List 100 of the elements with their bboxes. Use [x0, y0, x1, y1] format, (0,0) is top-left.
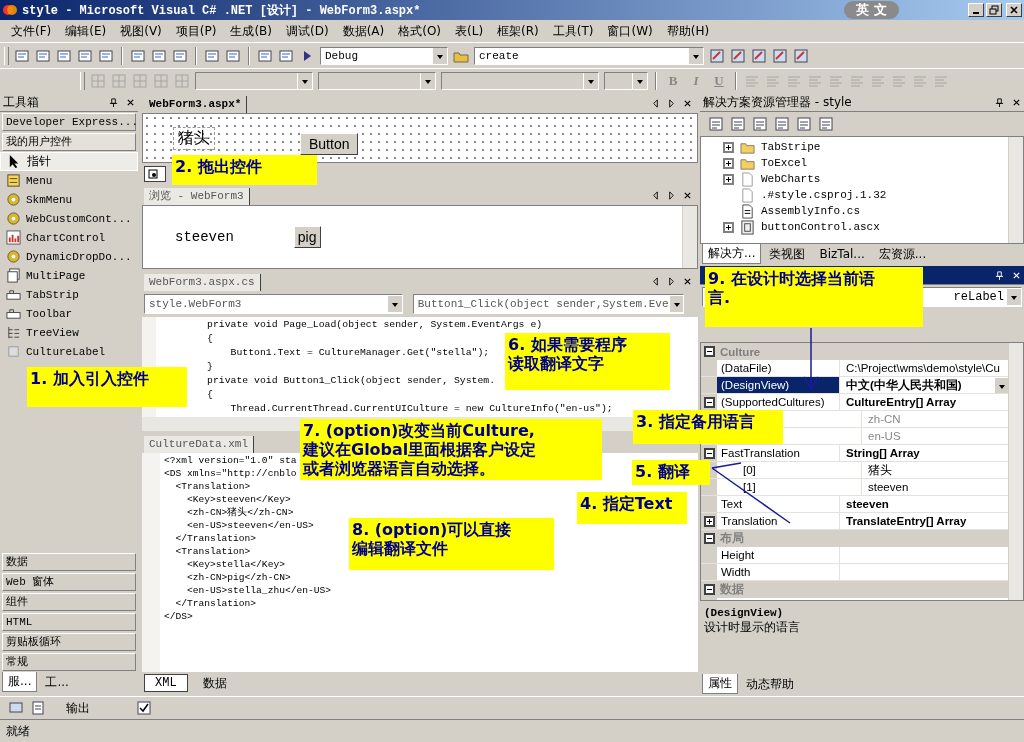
close-icon[interactable] — [683, 99, 692, 108]
toolbox-item[interactable]: TabStrip — [0, 285, 138, 304]
view-tab[interactable]: 数据 — [191, 674, 238, 692]
collapse-icon[interactable] — [703, 396, 715, 408]
close-icon[interactable] — [683, 277, 692, 286]
property-name[interactable]: [1] — [743, 481, 756, 493]
collapse-icon[interactable] — [704, 346, 715, 357]
pin-icon[interactable] — [995, 97, 1004, 107]
expand-icon[interactable] — [703, 515, 715, 527]
close-icon[interactable] — [1012, 97, 1021, 107]
page-button[interactable]: pig — [293, 226, 321, 248]
tree-item[interactable]: AssemblyInfo.cs — [761, 205, 861, 217]
toolbox-item[interactable]: SkmMenu — [0, 190, 138, 209]
property-value[interactable]: TranslateEntry[] Array — [846, 515, 967, 527]
property-name[interactable]: FastTranslation — [721, 447, 800, 459]
scroll-bar[interactable] — [1008, 137, 1023, 243]
property-value[interactable]: 猪头 — [868, 462, 892, 478]
tree-item[interactable]: .#style.csproj.1.32 — [761, 189, 887, 201]
pin-icon[interactable] — [109, 97, 118, 107]
panel-tab[interactable]: 工... — [39, 672, 75, 692]
document-tab[interactable]: WebForm3.aspx.cs — [144, 274, 261, 291]
font-size-dropdown[interactable] — [441, 72, 599, 90]
property-name[interactable]: Text — [721, 498, 743, 510]
toolbox-item[interactable]: DynamicDropDo... — [0, 247, 138, 266]
toolbox-item[interactable]: MultiPage — [0, 266, 138, 285]
member-dropdown[interactable]: Button1_Click(object sender,System.Eve — [412, 294, 684, 314]
scroll-left-icon[interactable] — [651, 277, 660, 286]
top-menu-entry[interactable]: 调试(D) — [279, 22, 336, 40]
scroll-bar[interactable] — [682, 206, 697, 268]
collapse-icon[interactable] — [704, 533, 715, 544]
panel-tab[interactable]: BizTal... — [813, 244, 871, 264]
scroll-right-icon[interactable] — [667, 191, 676, 200]
scroll-right-icon[interactable] — [667, 277, 676, 286]
toolbox-item[interactable]: Toolbar — [0, 304, 138, 323]
property-name[interactable]: Width — [721, 566, 751, 578]
property-value[interactable]: String[] Array — [846, 447, 920, 459]
property-name[interactable]: (SupportedCultures) — [721, 396, 825, 408]
style-dropdown[interactable] — [195, 72, 313, 90]
document-icon[interactable] — [30, 700, 46, 716]
collapse-icon[interactable] — [704, 584, 715, 595]
scroll-left-icon[interactable] — [651, 191, 660, 200]
find-dropdown[interactable]: create — [474, 46, 704, 65]
panel-tab[interactable]: 类视图 — [763, 244, 812, 264]
top-menu-entry[interactable]: 数据(A) — [335, 22, 392, 40]
property-value[interactable]: steeven — [868, 481, 909, 493]
tree-item[interactable]: WebCharts — [761, 173, 821, 185]
toolbox-tab[interactable]: Developer Express... — [2, 113, 136, 131]
property-name[interactable]: (DataFile) — [721, 362, 772, 374]
tree-item[interactable]: buttonControl.ascx — [761, 221, 880, 233]
button-control[interactable]: Button — [300, 133, 359, 155]
output-tab[interactable]: 输出 — [52, 699, 104, 717]
task-list-icon[interactable] — [136, 700, 152, 716]
top-menu-entry[interactable]: 项目(P) — [168, 22, 224, 40]
label-control[interactable]: 猪头 — [173, 126, 215, 150]
expand-icon[interactable] — [723, 141, 734, 153]
property-name[interactable]: Translation — [721, 515, 778, 527]
top-menu-entry[interactable]: 生成(B) — [223, 22, 279, 40]
expand-icon[interactable] — [723, 221, 734, 233]
configuration-dropdown[interactable]: Debug — [320, 46, 448, 65]
toolbox-tab[interactable]: 组件 — [2, 593, 136, 611]
panel-tab[interactable]: 解决方... — [702, 244, 762, 264]
toolbox-tab[interactable]: 数据 — [2, 553, 136, 571]
scroll-right-icon[interactable] — [667, 99, 676, 108]
property-value[interactable]: zh-CN — [868, 413, 901, 425]
toolbox-tab[interactable]: Web 窗体 — [2, 573, 136, 591]
scroll-bar[interactable] — [1008, 343, 1023, 600]
top-menu-entry[interactable]: 框架(R) — [490, 22, 546, 40]
toolbox-item[interactable]: TreeView — [0, 323, 138, 342]
zoom-dropdown[interactable] — [604, 72, 648, 90]
document-tab[interactable]: 浏览 - WebForm3 — [144, 188, 250, 205]
property-name[interactable]: Height — [721, 549, 755, 561]
top-menu-entry[interactable]: 表(L) — [448, 22, 491, 40]
top-menu-entry[interactable]: 工具(T) — [545, 22, 601, 40]
top-menu-entry[interactable]: 窗口(W) — [600, 22, 660, 40]
toolbox-item[interactable]: Menu — [0, 171, 138, 190]
top-menu-entry[interactable]: 编辑(E) — [58, 22, 114, 40]
toolbox-tab[interactable]: 我的用户控件 — [2, 133, 136, 151]
top-menu-entry[interactable]: 文件(F) — [4, 22, 59, 40]
property-name[interactable]: [0] — [743, 464, 756, 476]
document-tab[interactable]: CultureData.xml — [144, 436, 255, 453]
top-menu-entry[interactable]: 视图(V) — [113, 22, 169, 40]
toolbox-item[interactable]: ChartControl — [0, 228, 138, 247]
expand-icon[interactable] — [723, 173, 734, 185]
property-value[interactable]: steeven — [846, 498, 889, 510]
toolbox-item[interactable]: CultureLabel — [0, 342, 138, 361]
toolbox-item[interactable]: 指针 — [0, 152, 138, 171]
panel-tab[interactable]: 动态帮助 — [740, 674, 800, 694]
property-value[interactable]: CultureEntry[] Array — [846, 396, 957, 408]
tree-item[interactable]: ToExcel — [761, 157, 808, 169]
close-icon[interactable] — [126, 97, 135, 107]
scroll-left-icon[interactable] — [651, 99, 660, 108]
design-view-tab[interactable] — [144, 166, 166, 182]
panel-tab[interactable]: 宏资源... — [872, 244, 933, 264]
close-icon[interactable] — [683, 191, 692, 200]
design-icon[interactable] — [148, 169, 158, 179]
toolbox-tab[interactable]: 剪贴板循环 — [2, 633, 136, 651]
toolbox-item[interactable]: WebCustomCont... — [0, 209, 138, 228]
toolbox-tab[interactable]: HTML — [2, 613, 136, 631]
top-menu-entry[interactable]: 格式(O) — [391, 22, 448, 40]
collapse-icon[interactable] — [703, 447, 715, 459]
